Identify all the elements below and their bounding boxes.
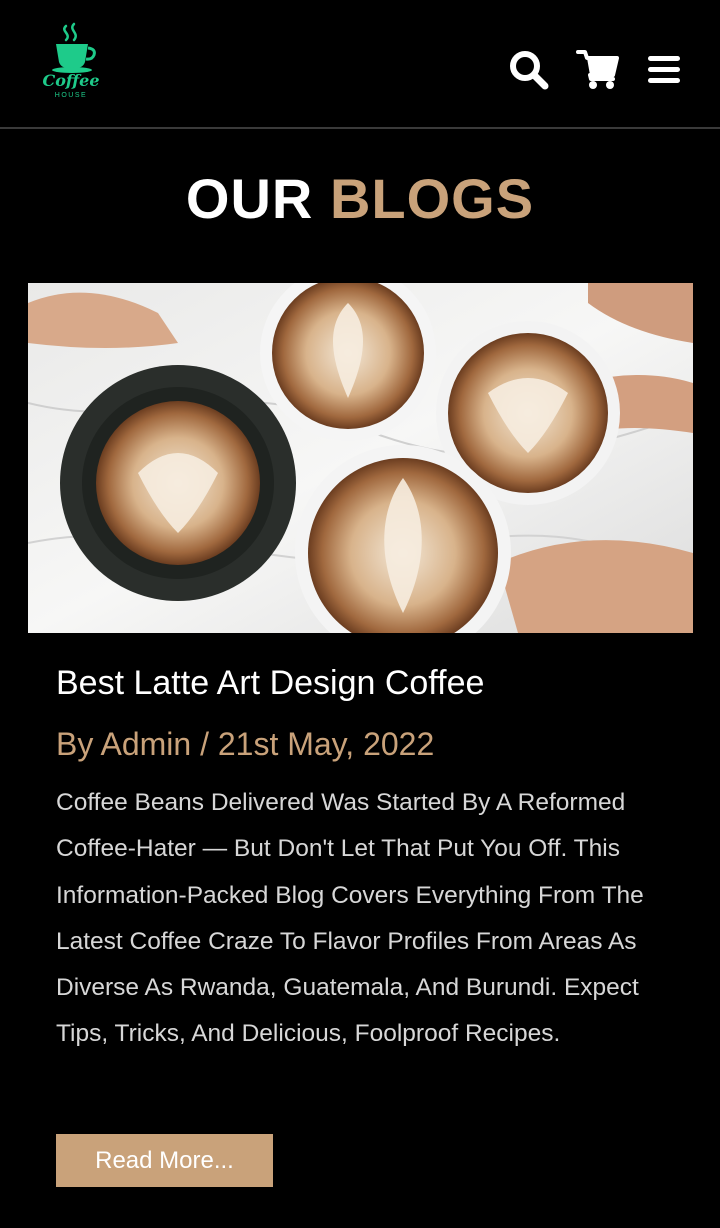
site-header: Coffee HOUSE: [0, 0, 720, 129]
coffee-house-logo[interactable]: Coffee HOUSE: [36, 22, 106, 100]
logo-text: Coffee: [43, 71, 100, 90]
section-title-part2: BLOGS: [329, 167, 535, 230]
read-more-button[interactable]: Read More...: [56, 1134, 273, 1187]
hamburger-menu-icon[interactable]: [644, 48, 688, 92]
section-title-part1: OUR: [185, 167, 314, 230]
logo-subtext: HOUSE: [55, 92, 87, 99]
latte-art-cups-image: [28, 283, 693, 633]
post-title[interactable]: Best Latte Art Design Coffee: [56, 664, 484, 703]
section-title: OUR BLOGS: [0, 166, 720, 231]
cart-icon[interactable]: [576, 48, 620, 92]
post-excerpt: Coffee Beans Delivered Was Started By A …: [56, 789, 644, 1048]
post-image[interactable]: [28, 283, 693, 633]
post-meta: By Admin / 21st May, 2022: [56, 726, 435, 762]
search-icon[interactable]: [507, 48, 551, 92]
